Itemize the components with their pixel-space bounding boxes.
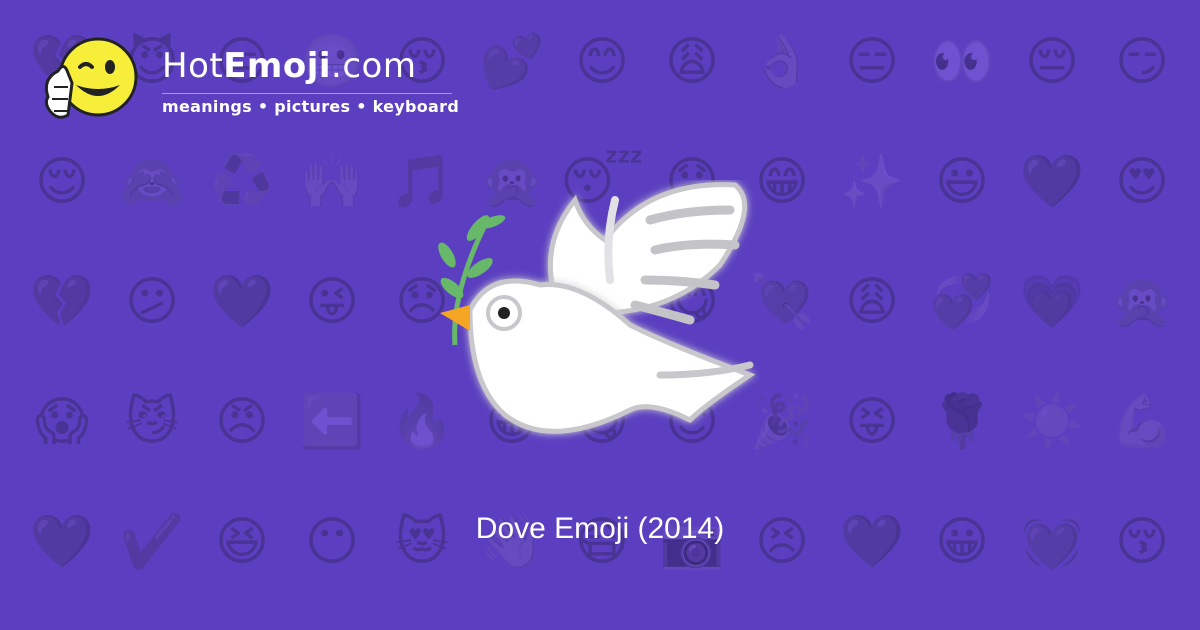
logo-divider — [162, 93, 452, 94]
site-logo[interactable]: HotEmoji.com meanings • pictures • keybo… — [40, 35, 460, 135]
background-emoji: 😌 — [34, 152, 90, 212]
background-emoji: 👀 — [929, 32, 995, 92]
winking-thumbs-up-face-icon — [44, 37, 138, 119]
background-emoji: 💜 — [209, 272, 275, 332]
background-emoji: 🌹 — [929, 392, 995, 452]
background-emoji: 😱 — [34, 392, 90, 452]
background-emoji: 💪 — [1109, 392, 1175, 452]
background-emoji: 😍 — [1114, 152, 1170, 212]
background-emoji: ☀️ — [1019, 392, 1085, 452]
background-emoji: 💕 — [479, 32, 545, 92]
background-emoji: 😠 — [214, 392, 270, 452]
background-emoji: 😩 — [844, 272, 900, 332]
background-emoji: 💜 — [1019, 152, 1085, 212]
background-emoji: 😔 — [1024, 32, 1080, 92]
background-emoji: 😩 — [664, 32, 720, 92]
dove-with-olive-branch-icon — [438, 182, 756, 434]
site-name-suffix: .com — [331, 46, 417, 86]
background-emoji: 🙊 — [1109, 272, 1175, 332]
background-emoji: 😕 — [124, 272, 180, 332]
background-emoji: ✨ — [839, 152, 905, 212]
background-emoji: ⬅️ — [299, 392, 365, 452]
background-emoji: ♻️ — [209, 152, 275, 212]
background-emoji: 😝 — [844, 392, 900, 452]
site-name-prefix: Hot — [162, 46, 224, 86]
background-emoji: 💞 — [929, 272, 995, 332]
emoji-caption: Dove Emoji (2014) — [475, 512, 725, 545]
background-emoji: 😊 — [574, 32, 630, 92]
site-tagline: meanings • pictures • keyboard — [162, 97, 460, 116]
background-emoji: 😼 — [124, 392, 180, 452]
background-emoji: 👌 — [749, 32, 815, 92]
background-emoji: 😑 — [844, 32, 900, 92]
background-emoji: 😏 — [1114, 32, 1170, 92]
background-emoji: 🙈 — [119, 152, 185, 212]
background-emoji: 😜 — [304, 272, 360, 332]
site-name: HotEmoji.com — [162, 46, 416, 86]
site-name-bold: Emoji — [223, 46, 332, 86]
background-emoji: 🙌 — [299, 152, 365, 212]
background-emoji: 😃 — [934, 152, 990, 212]
background-emoji: 💗 — [1019, 272, 1085, 332]
background-emoji: 💔 — [29, 272, 95, 332]
